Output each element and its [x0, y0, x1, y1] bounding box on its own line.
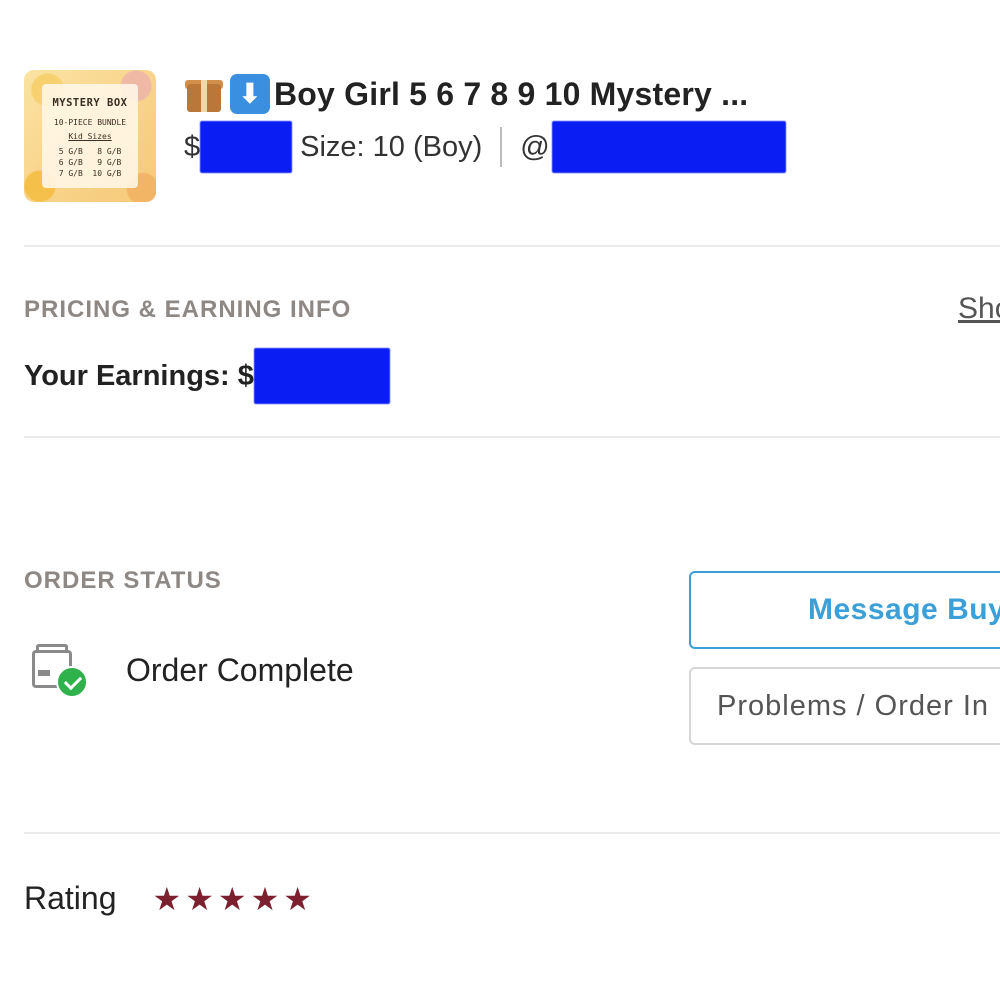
item-size: Size: 10 (Boy): [300, 130, 483, 163]
star-icon: ★: [185, 880, 214, 917]
rating-label: Rating: [24, 880, 117, 916]
seller-redaction: [551, 121, 786, 173]
star-icon: ★: [217, 880, 247, 917]
item-meta: $ Size: 10 (Boy) @: [184, 120, 786, 174]
price-prefix: $: [184, 130, 201, 163]
order-status-text: Order Complete: [126, 651, 354, 688]
package-icon: [184, 74, 224, 114]
thumbnail-subtitle: 10-PIECE BUNDLE: [53, 118, 127, 127]
problems-order-inquiry-button[interactable]: Problems / Order In: [689, 667, 1000, 745]
package-check-icon: [30, 640, 94, 700]
earnings-redaction: [253, 348, 390, 404]
earnings-row: Your Earnings: $: [24, 348, 390, 404]
star-icon: ★: [152, 880, 182, 917]
rating-row: Rating ★ ★ ★ ★ ★: [24, 880, 316, 917]
thumbnail-sizes-grid: 5 G/B 8 G/B 6 G/B 9 G/B 7 G/B 10 G/B: [58, 147, 122, 178]
show-details-link[interactable]: Sho: [958, 292, 1000, 326]
order-status-label: ORDER STATUS: [24, 567, 222, 594]
earnings-label: Your Earnings: $: [24, 359, 254, 392]
item-title-line[interactable]: ⬇ Boy Girl 5 6 7 8 9 10 Mystery ...: [184, 74, 748, 114]
thumbnail-title: MYSTERY BOX: [52, 97, 128, 109]
divider: [24, 245, 1000, 247]
star-icon: ★: [283, 880, 312, 917]
order-status-row: Order Complete: [30, 640, 354, 700]
message-buyer-button[interactable]: Message Buye: [689, 571, 1000, 649]
rating-stars: ★ ★ ★ ★ ★: [153, 883, 316, 915]
seller-prefix: @: [520, 130, 550, 163]
down-arrow-icon: ⬇: [230, 74, 270, 114]
item-title[interactable]: Boy Girl 5 6 7 8 9 10 Mystery ...: [274, 76, 748, 113]
divider: [24, 832, 1000, 834]
price-redaction: [200, 121, 293, 173]
meta-divider: [500, 127, 503, 167]
thumbnail-sizes-label: Kid Sizes: [68, 132, 112, 141]
item-thumbnail[interactable]: MYSTERY BOX 10-PIECE BUNDLE Kid Sizes 5 …: [24, 70, 156, 202]
star-icon: ★: [250, 880, 280, 917]
pricing-section-label: PRICING & EARNING INFO: [24, 296, 352, 323]
divider: [24, 436, 1000, 438]
item-summary[interactable]: MYSTERY BOX 10-PIECE BUNDLE Kid Sizes 5 …: [24, 70, 1000, 202]
thumbnail-card: MYSTERY BOX 10-PIECE BUNDLE Kid Sizes 5 …: [42, 84, 138, 188]
